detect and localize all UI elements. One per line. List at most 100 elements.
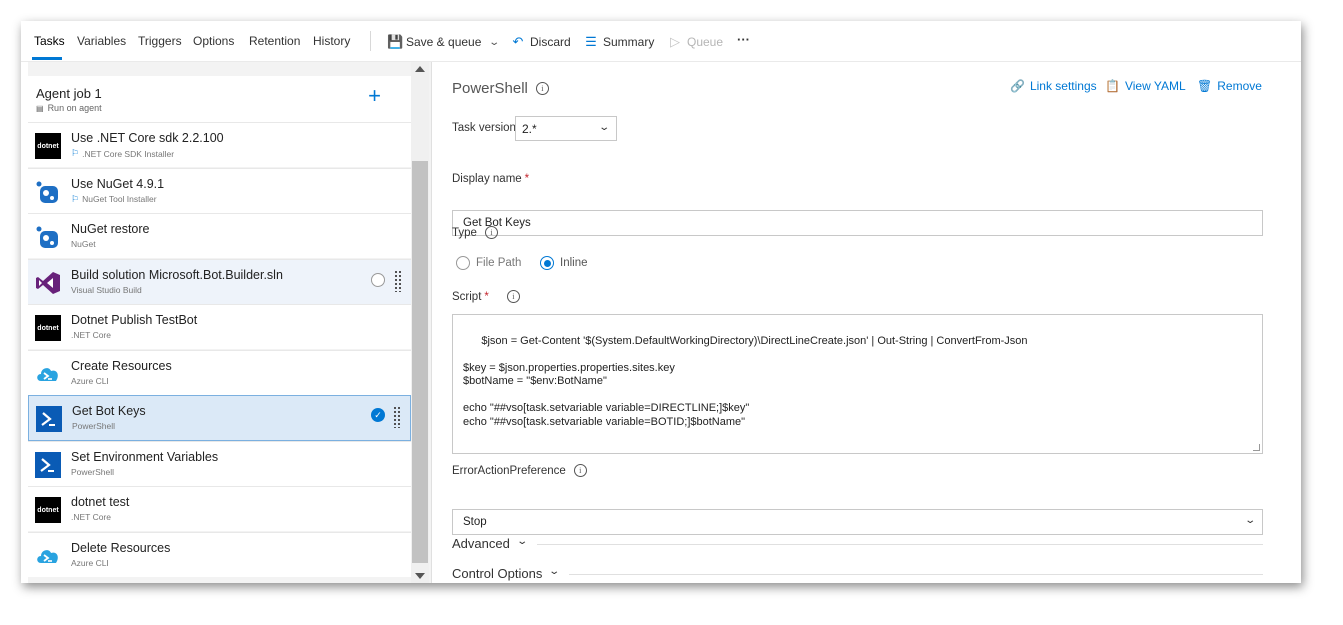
control-options-label: Control Options (452, 566, 543, 581)
task-subtitle-text: .NET Core SDK Installer (82, 148, 175, 159)
flag-icon: ⚐ (71, 148, 80, 158)
task-title: Delete Resources (71, 540, 171, 555)
task-version-label: Task version (452, 122, 516, 134)
task-subtitle: ⚐ .NET Core SDK Installer (71, 148, 174, 159)
display-name-field[interactable]: Get Bot Keys (452, 210, 1263, 236)
summary-label: Summary (603, 35, 655, 49)
chevron-down-icon[interactable]: ⌄ (489, 37, 501, 48)
type-inline-radio[interactable]: Inline (540, 256, 588, 270)
discard-button[interactable]: ↶ Discard (511, 34, 571, 50)
task-subtitle: PowerShell (71, 467, 114, 477)
top-toolbar: Tasks Variables Triggers Options Retenti… (21, 21, 1301, 62)
chevron-down-icon: ⌄ (516, 536, 528, 547)
task-subtitle: .NET Core (71, 512, 111, 522)
tab-triggers[interactable]: Triggers (138, 34, 182, 48)
error-pref-select[interactable]: Stop ⌄ (452, 509, 1263, 535)
display-name-label-text: Display name (452, 173, 522, 185)
scroll-thumb[interactable] (412, 161, 428, 563)
discard-label: Discard (530, 35, 571, 49)
task-subtitle-text: Azure CLI (71, 375, 109, 386)
display-name-label: Display name * (452, 173, 529, 185)
task-list-scrollbar[interactable] (411, 62, 429, 583)
tab-retention[interactable]: Retention (249, 34, 300, 48)
save-icon: 💾 (387, 34, 404, 49)
nuget-icon (35, 224, 61, 250)
task-title: Use .NET Core sdk 2.2.100 (71, 131, 224, 145)
required-marker: * (484, 290, 489, 303)
inline-label: Inline (560, 257, 588, 269)
task-row[interactable]: dotnet dotnet test .NET Core (28, 486, 411, 531)
task-title: Get Bot Keys (72, 404, 146, 418)
script-editor[interactable]: $json = Get-Content '$(System.DefaultWor… (452, 314, 1263, 454)
powershell-icon (36, 406, 62, 432)
add-task-button[interactable]: + (368, 85, 381, 107)
task-title: Build solution Microsoft.Bot.Builder.sln (71, 267, 283, 282)
more-actions-button[interactable]: ··· (737, 32, 750, 47)
queue-label: Queue (687, 35, 724, 49)
script-label: Script * i (452, 290, 520, 303)
view-yaml-button[interactable]: 📋 View YAML (1105, 79, 1186, 93)
summary-button[interactable]: ☰ Summary (584, 34, 654, 50)
task-title: Set Environment Variables (71, 449, 219, 464)
tab-options[interactable]: Options (193, 34, 234, 48)
dotnet-icon: dotnet (35, 133, 61, 159)
save-queue-label: Save & queue (406, 35, 482, 49)
flag-icon: ⚐ (71, 193, 80, 204)
type-file-path-radio[interactable]: File Path (456, 256, 521, 270)
task-row[interactable]: Build solution Microsoft.Bot.Builder.sln… (28, 258, 411, 304)
check-icon[interactable]: ✓ (371, 408, 385, 422)
drag-handle-icon[interactable] (394, 269, 401, 292)
task-row[interactable]: Set Environment Variables PowerShell (28, 440, 411, 486)
task-row[interactable]: Use NuGet 4.9.1 ⚐ NuGet Tool Installer (28, 167, 411, 213)
link-settings-button[interactable]: 🔗 Link settings (1010, 79, 1097, 93)
advanced-section-toggle[interactable]: Advanced ⌄ (452, 536, 528, 551)
tab-tasks[interactable]: Tasks (34, 34, 65, 48)
visual-studio-icon (35, 270, 61, 296)
scroll-up-arrow[interactable] (415, 66, 425, 72)
save-queue-button[interactable]: 💾 Save & queue ⌄ (387, 34, 501, 50)
type-label-text: Type (452, 226, 477, 239)
info-icon[interactable]: i (506, 290, 520, 303)
play-icon: ▷ (670, 34, 680, 49)
task-version-select[interactable]: 2.* ⌄ (515, 116, 617, 141)
task-row[interactable]: dotnet Use .NET Core sdk 2.2.100 ⚐ .NET Cor… (28, 122, 411, 167)
trash-icon: 🗑 (1197, 79, 1213, 93)
task-enable-toggle[interactable] (371, 272, 385, 287)
radio-circle-selected (540, 256, 554, 270)
task-subtitle-text: PowerShell (71, 466, 114, 477)
task-subtitle-text: .NET Core (71, 512, 111, 522)
dotnet-icon: dotnet (35, 315, 61, 341)
info-icon[interactable]: i (573, 464, 587, 477)
task-subtitle-text: Visual Studio Build (71, 284, 142, 295)
section-divider (569, 574, 1263, 575)
chevron-down-icon: ⌄ (548, 566, 561, 577)
resize-handle[interactable] (1253, 444, 1260, 451)
task-subtitle: .NET Core (71, 330, 111, 340)
task-subtitle: Azure CLI (71, 376, 109, 386)
task-list-panel: Agent job 1 ▤ Run on agent + dotnet Use .… (28, 62, 432, 583)
agent-job[interactable]: Agent job 1 ▤ Run on agent + (28, 76, 411, 122)
section-divider (537, 544, 1263, 545)
tab-history[interactable]: History (313, 34, 350, 48)
task-detail-title-text: PowerShell (452, 80, 528, 97)
task-title: Create Resources (71, 358, 172, 373)
task-row[interactable]: NuGet restore NuGet (28, 213, 411, 258)
queue-button[interactable]: ▷ Queue (668, 34, 723, 50)
remove-button[interactable]: 🗑 Remove (1197, 79, 1262, 93)
task-title: Use NuGet 4.9.1 (71, 176, 165, 191)
info-icon[interactable]: i (484, 226, 498, 239)
scroll-down-arrow[interactable] (415, 573, 425, 579)
task-title: NuGet restore (71, 222, 150, 236)
task-row[interactable]: Create Resources Azure CLI (28, 349, 411, 395)
task-row[interactable]: dotnet Dotnet Publish TestBot .NET Core (28, 304, 411, 349)
view-yaml-label: View YAML (1124, 79, 1186, 93)
drag-handle-icon[interactable] (393, 406, 400, 428)
list-icon: ☰ (585, 34, 597, 49)
script-text: $json = Get-Content '$(System.DefaultWor… (463, 334, 1028, 428)
task-row[interactable]: Delete Resources Azure CLI (28, 531, 411, 577)
task-row[interactable]: Get Bot Keys PowerShell ✓ (28, 395, 411, 441)
control-options-section-toggle[interactable]: Control Options ⌄ (452, 566, 561, 581)
dotnet-icon: dotnet (35, 497, 61, 523)
tab-variables[interactable]: Variables (77, 34, 126, 48)
info-icon[interactable]: i (535, 82, 549, 95)
